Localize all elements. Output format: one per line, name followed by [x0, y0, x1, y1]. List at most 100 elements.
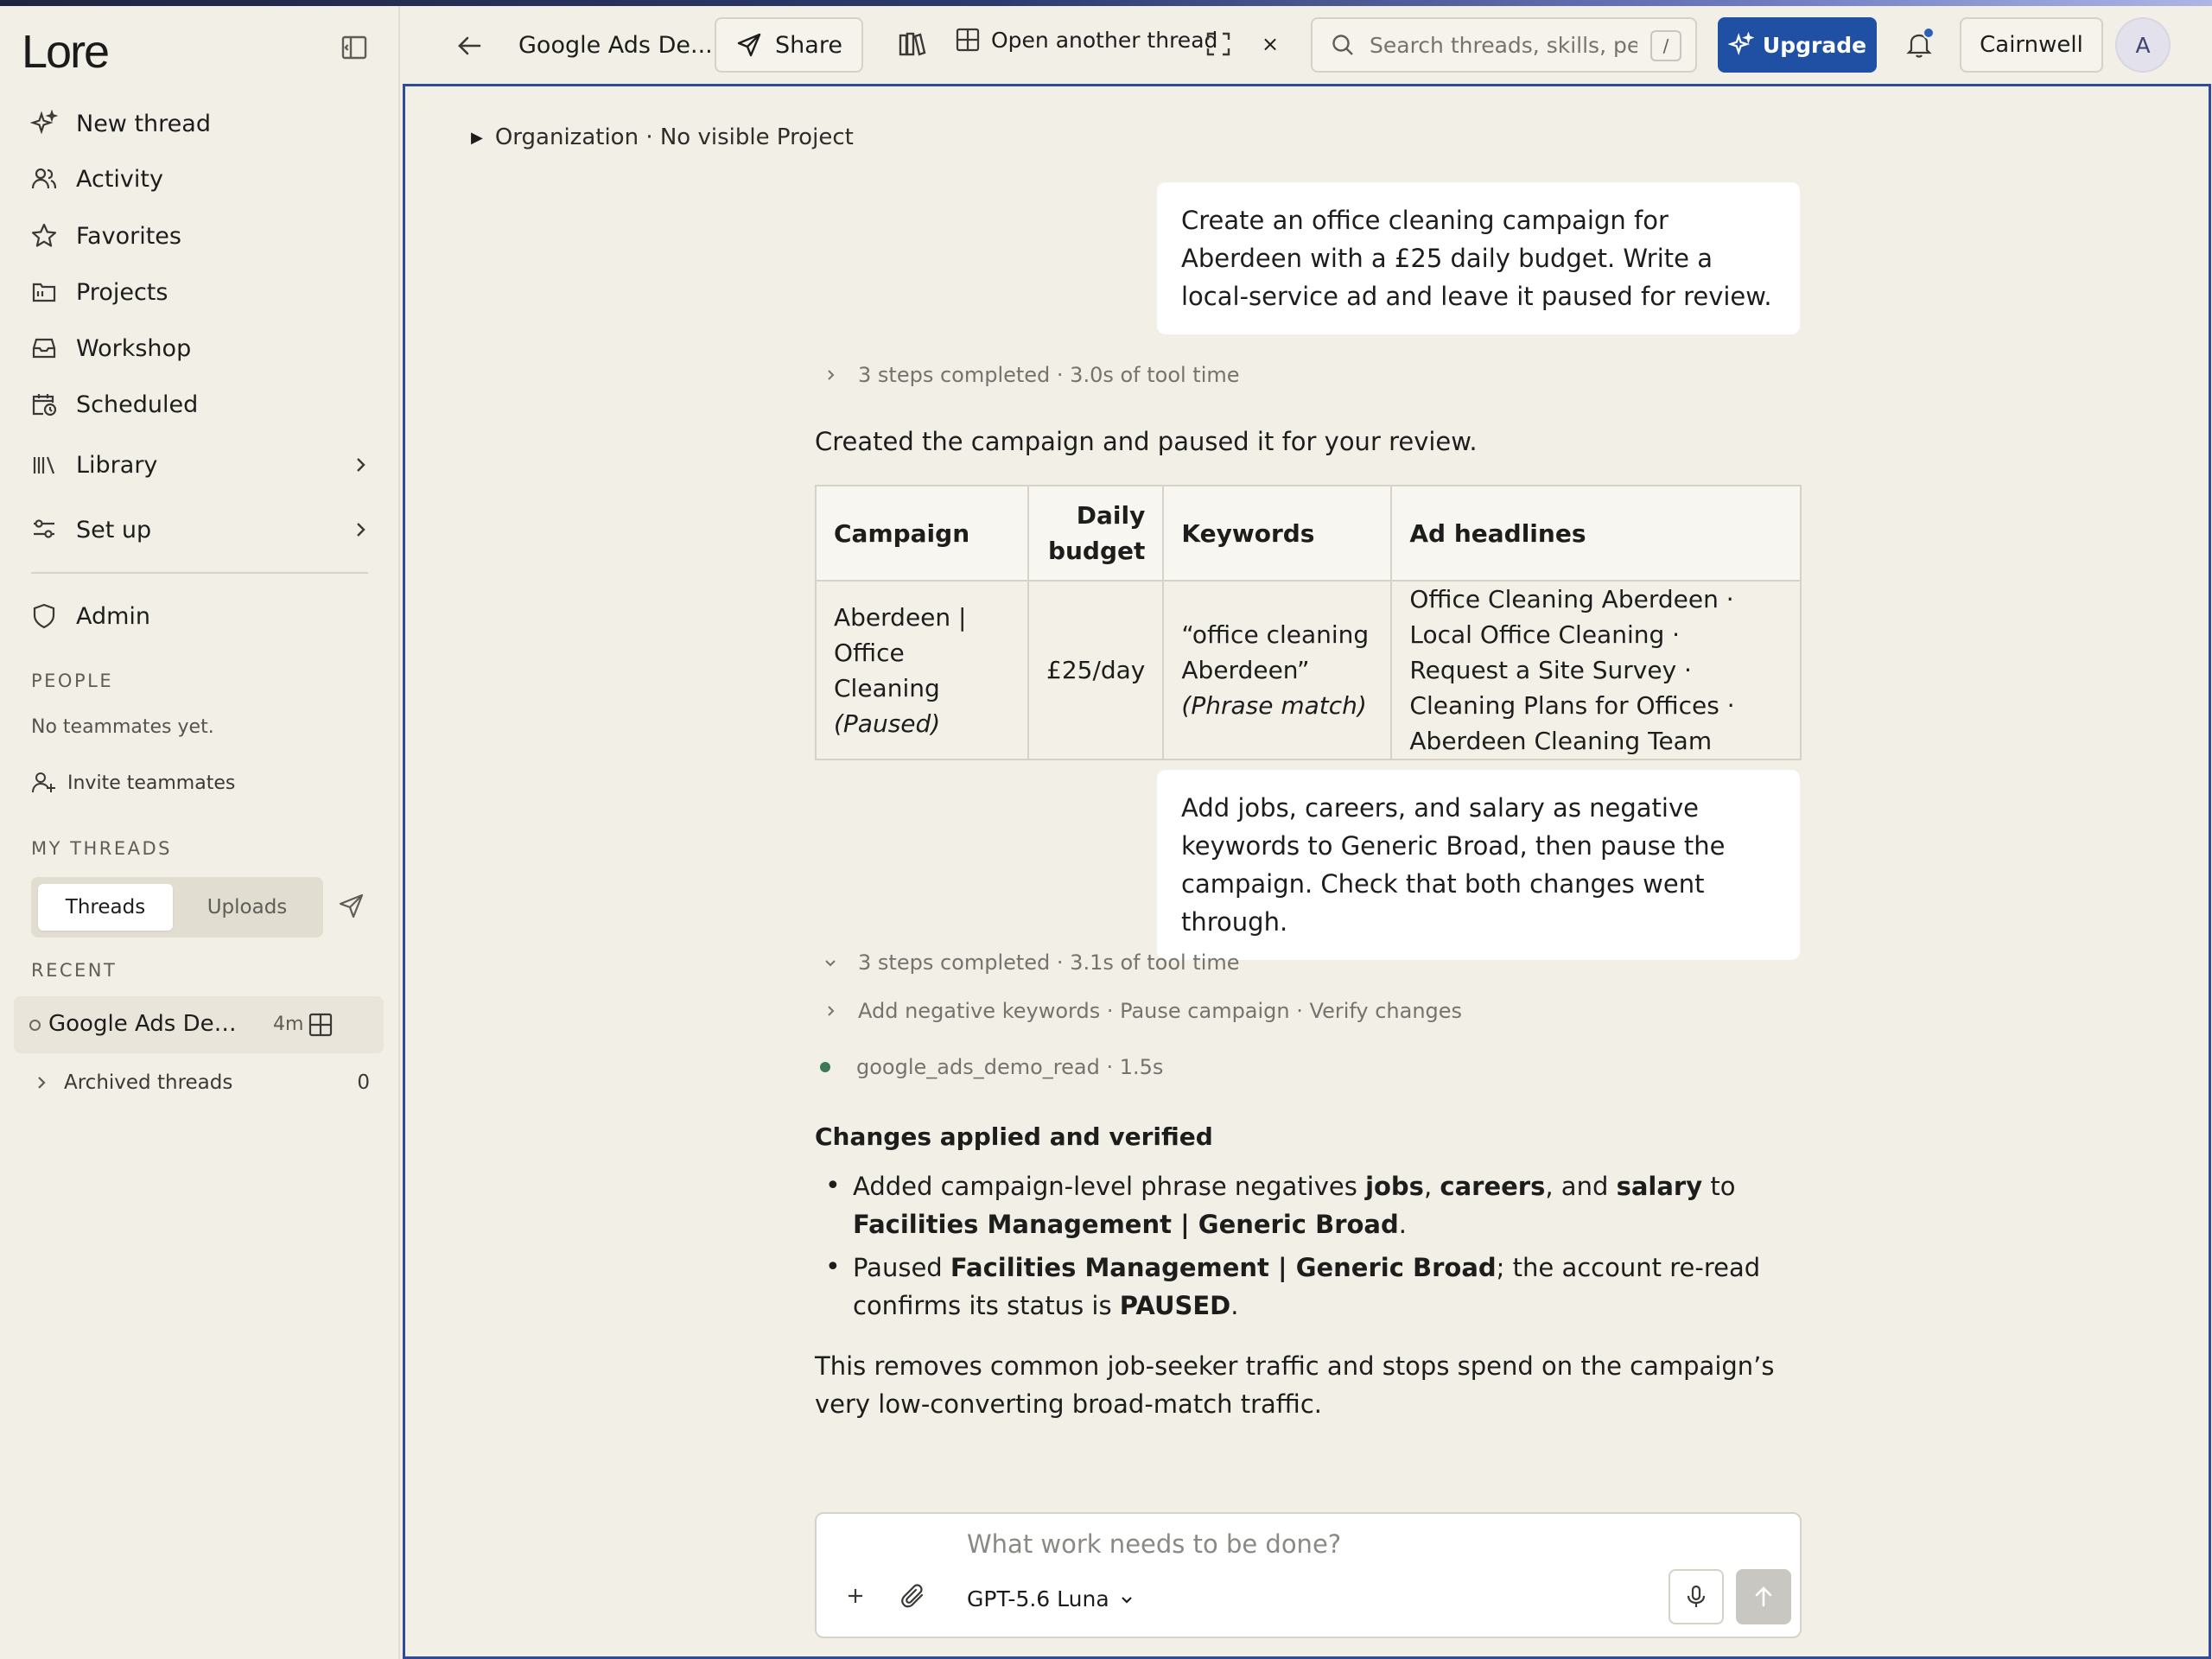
split-view-icon [956, 28, 980, 52]
nav-label: Activity [76, 165, 163, 193]
share-button[interactable]: Share [715, 17, 863, 73]
tool-call-text: google_ads_demo_read · 1.5s [856, 1055, 1164, 1079]
shield-icon [29, 601, 59, 631]
nav-label: Scheduled [76, 391, 199, 418]
table-cell-campaign: Aberdeen | Office Cleaning (Paused) [815, 580, 1029, 760]
avatar[interactable]: A [2115, 17, 2171, 73]
books-icon [899, 32, 926, 56]
steps-summary-toggle[interactable]: 3 steps completed · 3.0s of tool time [822, 363, 1240, 387]
thread-panel: ▶ Organization · No visible Project Crea… [403, 84, 2211, 1659]
upgrade-button[interactable]: Upgrade [1718, 17, 1877, 73]
archived-threads-toggle[interactable]: Archived threads 0 [31, 1067, 370, 1098]
assistant-reply: Created the campaign and paused it for y… [815, 427, 1478, 456]
breadcrumb[interactable]: ▶ Organization · No visible Project [471, 124, 854, 150]
keyword-match-type: (Phrase match) [1181, 691, 1367, 720]
model-label: GPT-5.6 Luna [967, 1586, 1109, 1611]
people-section-label: PEOPLE [31, 671, 114, 691]
search-box[interactable]: / [1311, 17, 1697, 73]
campaign-status: (Paused) [834, 709, 941, 738]
steps-summary-text: 3 steps completed · 3.0s of tool time [858, 363, 1240, 387]
top-accent-bar [0, 0, 2212, 6]
close-split-button[interactable]: × [1256, 29, 1284, 60]
breadcrumb-text: Organization · No visible Project [494, 124, 854, 150]
tab-uploads[interactable]: Uploads [178, 884, 316, 931]
nav-label: Library [76, 451, 158, 479]
model-selector[interactable]: GPT-5.6 Luna [967, 1586, 1135, 1611]
open-thread-label: Open another thread [991, 27, 1218, 53]
send-button[interactable] [1736, 1569, 1791, 1624]
back-button[interactable] [452, 29, 486, 63]
nav-workshop[interactable]: Workshop [29, 327, 375, 370]
archived-label: Archived threads [64, 1071, 233, 1094]
send-upload-button[interactable] [337, 891, 366, 920]
summary-paragraph: This removes common job-seeker traffic a… [815, 1351, 1775, 1419]
voice-input-button[interactable] [1669, 1569, 1724, 1624]
calendar-clock-icon [29, 390, 59, 419]
add-button[interactable] [841, 1581, 870, 1611]
thread-title: Google Ads De... [518, 32, 713, 59]
sparkle-icon [1727, 32, 1754, 55]
nav-label: New thread [76, 110, 211, 137]
nav-set-up[interactable]: Set up [29, 508, 375, 551]
nav-activity[interactable]: Activity [29, 157, 375, 200]
tool-call-row[interactable]: google_ads_demo_read · 1.5s [815, 1055, 1163, 1079]
open-another-thread-button[interactable]: Open another thread [955, 27, 1217, 53]
list-item: Paused Facilities Management | Generic B… [815, 1249, 1808, 1325]
chevron-right-icon [828, 370, 835, 380]
inbox-icon [29, 334, 59, 363]
disclosure-triangle-icon: ▶ [471, 128, 483, 147]
chevron-down-icon [1121, 1596, 1132, 1604]
nav-library[interactable]: Library [29, 443, 375, 486]
search-icon [1332, 35, 1353, 55]
threads-uploads-toggle: Threads Uploads [31, 877, 323, 938]
chevron-right-icon [357, 523, 365, 537]
recent-thread-item[interactable]: Google Ads Demo ... 4m [14, 996, 384, 1053]
star-icon [29, 221, 59, 251]
column-header: Campaign [815, 485, 1029, 582]
nav-scheduled[interactable]: Scheduled [29, 383, 375, 426]
sidebar-divider [31, 572, 368, 574]
no-teammates-text: No teammates yet. [31, 716, 214, 738]
steps-summary-toggle[interactable]: 3 steps completed · 3.1s of tool time [822, 950, 1240, 975]
tab-threads[interactable]: Threads [38, 884, 173, 931]
steps-summary-text: 3 steps completed · 3.1s of tool time [858, 950, 1240, 975]
table-cell-keywords: “office cleaning Aberdeen” (Phrase match… [1162, 580, 1393, 760]
sidebar-toggle-icon [341, 35, 367, 60]
share-label: Share [775, 31, 842, 59]
nav-favorites[interactable]: Favorites [29, 214, 375, 257]
attach-button[interactable] [898, 1581, 929, 1612]
send-icon [737, 33, 761, 57]
invite-teammates-link[interactable]: Invite teammates [31, 770, 235, 796]
library-button[interactable] [896, 29, 929, 61]
collapse-sidebar-button[interactable] [339, 32, 370, 63]
nav-admin[interactable]: Admin [29, 594, 375, 638]
chevron-right-icon [828, 1006, 835, 1016]
expand-icon [1206, 32, 1230, 56]
app-logo: Lore [22, 26, 110, 78]
table-cell-budget: £25/day [1027, 580, 1165, 760]
chevron-right-icon [357, 458, 365, 472]
recent-section-label: RECENT [31, 960, 118, 981]
grid-layout-icon[interactable] [308, 1012, 334, 1038]
nav-projects[interactable]: Projects [29, 270, 375, 314]
message-composer: GPT-5.6 Luna [815, 1512, 1802, 1638]
expand-button[interactable] [1203, 29, 1234, 60]
substeps-toggle[interactable]: Add negative keywords · Pause campaign ·… [822, 999, 1462, 1023]
section-heading: Changes applied and verified [815, 1122, 1213, 1151]
table-header-row: Campaign Daily budget Keywords Ad headli… [815, 485, 1802, 582]
nav-new-thread[interactable]: New thread [29, 102, 375, 145]
organization-button[interactable]: Cairnwell [1960, 17, 2103, 73]
add-user-icon [32, 772, 55, 793]
library-icon [29, 450, 59, 480]
message-input[interactable] [967, 1529, 1745, 1573]
notification-badge [1923, 27, 1935, 39]
recent-thread-age: 4m [273, 1014, 304, 1035]
column-header: Ad headlines [1390, 485, 1802, 582]
microphone-icon [1687, 1585, 1706, 1607]
nav-label: Admin [76, 602, 151, 630]
tool-status-dot [820, 1062, 830, 1072]
sidebar: Lore New thread Activity Favorites Proje… [0, 6, 400, 1659]
search-input[interactable] [1370, 32, 1637, 58]
plus-icon [849, 1589, 862, 1603]
column-header: Daily budget [1027, 485, 1165, 582]
